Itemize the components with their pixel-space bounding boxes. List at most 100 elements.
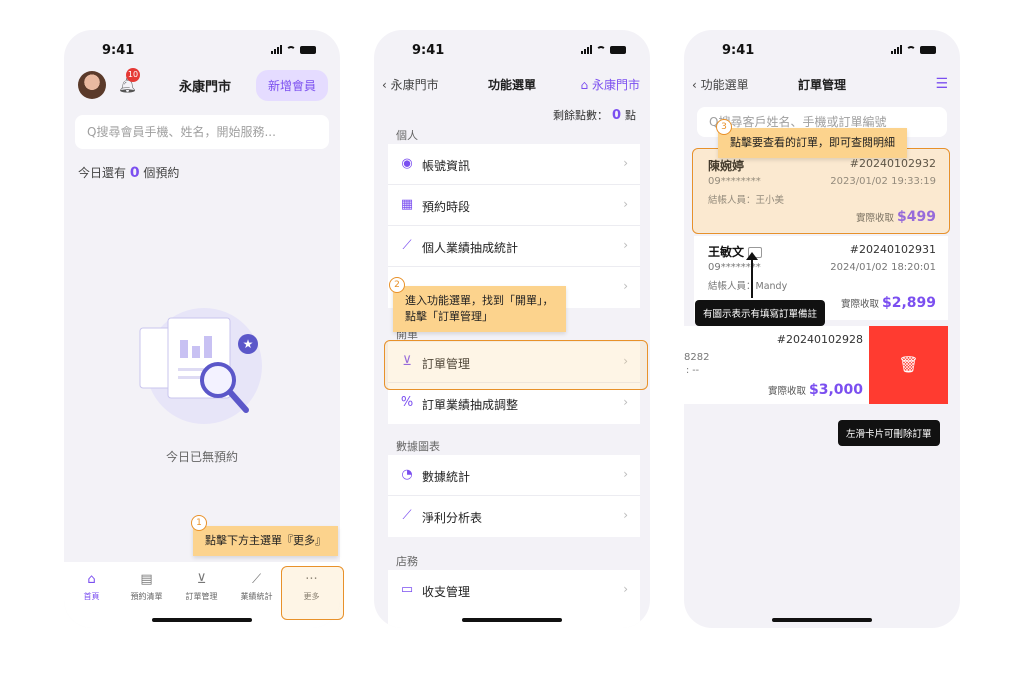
home-indicator — [772, 618, 872, 622]
empty-state-text: 今日已無預約 — [165, 450, 238, 464]
order-date: 2024/01/02 18:20:01 — [830, 262, 936, 273]
menu-item-label: 數據統計 — [422, 470, 471, 484]
chevron-right-icon: › — [623, 508, 628, 522]
menu-item-label: 帳號資訊 — [422, 159, 471, 173]
status-time: 9:41 — [722, 43, 755, 58]
callout-step-2-line2: 點擊「訂單管理」 — [405, 310, 493, 323]
tooltip-note-icon: 有圖示表示有填寫訂單備註 — [695, 300, 826, 326]
today-prefix: 今日還有 — [78, 166, 127, 180]
order-number: #20240102928 — [776, 333, 863, 346]
amount-label: 實際收取 — [840, 299, 879, 310]
menu-item-booking[interactable]: ▦ 預約時段 › — [388, 185, 640, 226]
menu-item-label: 收支管理 — [422, 585, 471, 599]
wifi-icon — [906, 45, 916, 54]
page-title: 訂單管理 — [797, 78, 846, 92]
chevron-right-icon: › — [623, 238, 628, 252]
highlight-order-card — [692, 148, 950, 234]
home-icon: ⌂ — [87, 572, 96, 587]
tab-performance[interactable]: ⟋ 業績統計 — [229, 572, 284, 602]
percent-icon: % — [400, 395, 414, 410]
store-title: 永康門市 — [179, 80, 232, 95]
add-member-button[interactable]: 新增會員 — [255, 70, 328, 101]
battery-icon — [920, 45, 936, 54]
wifi-icon — [286, 45, 296, 54]
today-count: 0 — [129, 165, 140, 181]
menu-card-data: ◔ 數據統計 › ⟋ 淨利分析表 › — [388, 455, 640, 537]
order-number: #20240102931 — [849, 243, 936, 256]
amount-value: $3,000 — [808, 382, 863, 398]
callout-step-3: 點擊要查看的訂單，即可查閱明細 — [718, 128, 907, 158]
status-bar: 9:41 — [64, 30, 340, 70]
chart-icon: ⟋ — [251, 572, 262, 587]
amount-value: $2,899 — [881, 295, 936, 311]
menu-item-personal-stats[interactable]: ⟋ 個人業績抽成統計 › — [388, 226, 640, 267]
order-amount: 實際收取 $3,000 — [768, 382, 863, 398]
tab-booking-list[interactable]: ▤ 預約清單 — [119, 572, 174, 602]
menu-item-data-stats[interactable]: ◔ 數據統計 › — [388, 455, 640, 496]
signal-icon — [271, 45, 282, 54]
notification-badge: 10 — [126, 68, 140, 82]
menu-item-label: 個人業績抽成統計 — [422, 241, 519, 255]
tab-performance-label: 業績統計 — [240, 592, 273, 601]
signal-icon — [891, 45, 902, 54]
trash-icon: 🗑︎ — [898, 355, 919, 374]
section-personal: 個人 — [396, 129, 418, 142]
chevron-right-icon: › — [623, 156, 628, 170]
tab-orders-label: 訂單管理 — [185, 592, 218, 601]
tab-home[interactable]: ⌂ 首頁 — [64, 572, 119, 602]
callout-step-1: 點擊下方主選單『更多』 — [193, 526, 338, 556]
home-indicator — [462, 618, 562, 622]
chevron-right-icon: › — [623, 395, 628, 409]
delete-button[interactable]: 🗑︎ — [869, 326, 948, 404]
menu-item-profit[interactable]: ⟋ 淨利分析表 › — [388, 496, 640, 536]
order-amount: 實際收取 $2,899 — [841, 295, 936, 311]
arrow-head — [746, 252, 758, 260]
menu-item-label: 訂單業績抽成調整 — [422, 398, 519, 412]
signal-icon — [581, 45, 592, 54]
home-indicator — [152, 618, 252, 622]
wifi-icon — [596, 45, 606, 54]
callout-step-2-line1: 進入功能選單，找到「開單」， — [405, 294, 554, 307]
menu-item-label: 預約時段 — [422, 200, 471, 214]
chevron-right-icon: › — [623, 582, 628, 596]
status-time: 9:41 — [412, 43, 445, 58]
avatar[interactable] — [78, 71, 106, 99]
order-card-swiped[interactable]: #20240102928 8282 : -- 實際收取 $3,000 — [684, 326, 869, 404]
calendar-icon: ▦ — [400, 197, 414, 212]
store-icon: ⌂ — [580, 78, 589, 92]
battery-icon — [300, 45, 316, 54]
today-summary: 今日還有 0 個預約 — [78, 164, 179, 181]
status-bar: 9:41 — [684, 30, 960, 70]
menu-card-personal: ◉ 帳號資訊 › ▦ 預約時段 › ⟋ 個人業績抽成統計 › › — [388, 144, 640, 308]
status-icons — [581, 45, 626, 54]
chart-line-icon: ⟋ — [402, 238, 412, 253]
tab-order-management[interactable]: ⊻ 訂單管理 — [174, 572, 229, 602]
checkout-staff: : -- — [686, 365, 700, 376]
menu-item-cashflow[interactable]: ▭ 收支管理 › — [388, 570, 640, 610]
store-switch-button[interactable]: ⌂ 永康門市 — [581, 76, 640, 93]
status-time: 9:41 — [102, 43, 135, 58]
tab-home-label: 首頁 — [83, 592, 100, 601]
status-icons — [271, 45, 316, 54]
chevron-right-icon: › — [623, 197, 628, 211]
menu-item-account[interactable]: ◉ 帳號資訊 › — [388, 144, 640, 185]
arrow-shaft — [751, 258, 753, 298]
member-search-input[interactable]: Q搜尋會員手機、姓名，開始服務... — [75, 115, 329, 149]
section-store: 店務 — [396, 555, 418, 568]
today-suffix: 個預約 — [143, 166, 180, 180]
calendar-icon: ▤ — [140, 572, 153, 587]
customer-name-text: 王敏文 — [708, 245, 745, 259]
remaining-points: 剩餘點數： 0 點 — [553, 107, 636, 123]
status-bar: 9:41 — [374, 30, 650, 70]
amount-label: 實際收取 — [767, 386, 806, 397]
user-circle-icon: ◉ — [401, 156, 413, 171]
points-label: 剩餘點數： — [552, 109, 608, 122]
chevron-right-icon: › — [623, 467, 628, 481]
chevron-right-icon: › — [623, 279, 628, 293]
menu-item-label: 淨利分析表 — [422, 511, 483, 525]
highlight-order-management — [384, 340, 648, 390]
filter-icon[interactable]: ☰ — [935, 76, 948, 92]
checkout-staff: 結帳人員：Mandy — [708, 281, 788, 292]
empty-state-illustration: ★ — [139, 308, 262, 424]
tab-booking-label: 預約清單 — [130, 592, 163, 601]
